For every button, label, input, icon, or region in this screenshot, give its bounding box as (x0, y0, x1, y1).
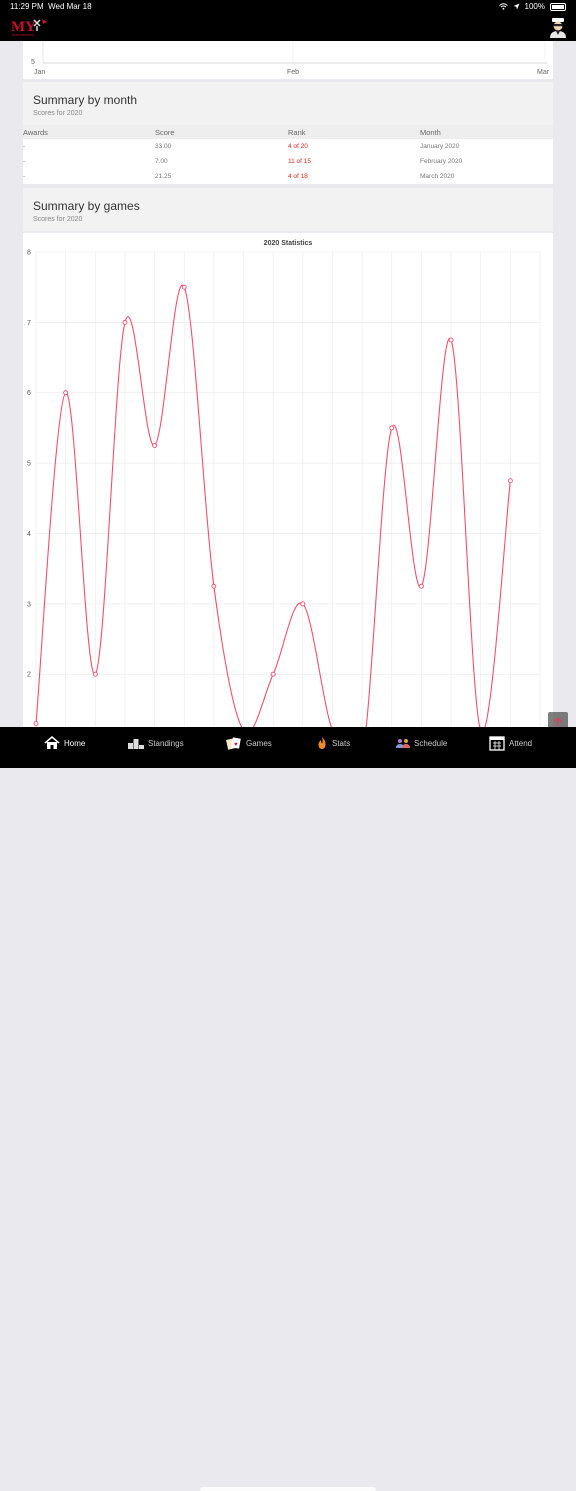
x-tick-label: Mar (537, 69, 550, 76)
table-row[interactable]: - 7.00 11 of 15 February 2020 (23, 154, 553, 169)
column-header: Rank (288, 125, 420, 139)
data-point[interactable] (152, 443, 158, 448)
rank-cell: 4 of 20 (288, 143, 308, 150)
tab-games[interactable]: ♥ Games (226, 735, 272, 751)
column-header: Score (155, 125, 288, 139)
monthly-chart-card: 5 Jan Feb Mar (23, 41, 553, 79)
score-cell: 7.00 (155, 158, 168, 165)
tab-label: Standings (148, 738, 184, 748)
rank-cell: 4 of 18 (288, 173, 308, 180)
column-header: Awards (23, 125, 155, 139)
tab-label: Home (64, 738, 86, 748)
flame-icon (318, 737, 326, 749)
tab-attend[interactable]: Attend (489, 735, 532, 751)
data-point[interactable] (507, 478, 513, 484)
y-tick-label: 8 (27, 250, 31, 257)
tab-stats[interactable]: Stats (316, 735, 350, 751)
table-row[interactable]: - 33.00 4 of 20 January 2020 (23, 139, 553, 154)
month-cell: January 2020 (420, 143, 460, 150)
status-indicators: 100% (498, 2, 566, 11)
tab-home[interactable]: Home (44, 735, 85, 751)
status-time-date: 11:29 PM Wed Mar 18 (10, 2, 92, 11)
games-line-chart: 2020 Statistics 2 3 4 5 6 7 8 (27, 240, 541, 781)
tab-standings[interactable]: Standings (128, 735, 184, 751)
rank-cell: 11 of 15 (288, 158, 312, 165)
svg-text:♥: ♥ (234, 742, 238, 748)
wifi-icon (498, 3, 508, 10)
tab-schedule[interactable]: Schedule (396, 735, 447, 751)
section-title: Summary by month (33, 93, 138, 107)
column-header: Month (420, 125, 553, 139)
summary-month-header: Summary by month Scores for 2020 (23, 82, 553, 125)
battery-percent: 100% (524, 2, 545, 11)
data-point[interactable] (63, 390, 69, 396)
bottom-tab-bar: Home Standings ♥ Games Stats Schedule At… (0, 727, 576, 1491)
data-point[interactable] (211, 583, 217, 589)
battery-icon (550, 2, 566, 11)
data-point[interactable] (270, 671, 276, 677)
app-logo[interactable]: MY Entertainment (10, 16, 50, 38)
status-date: Wed Mar 18 (48, 2, 92, 11)
profile-avatar-icon[interactable] (548, 16, 568, 38)
y-tick-label: 5 (31, 59, 35, 66)
section-subtitle: Scores for 2020 (33, 110, 83, 117)
status-time: 11:29 PM (10, 2, 44, 11)
data-point[interactable] (389, 425, 395, 431)
month-cell: February 2020 (420, 158, 463, 165)
data-point[interactable] (181, 284, 187, 290)
calendar-icon (489, 736, 505, 751)
y-tick-label: 2 (27, 672, 31, 679)
data-point[interactable] (418, 583, 424, 589)
awards-cell: - (23, 158, 26, 165)
table-row[interactable]: - 21.25 4 of 18 March 2020 (23, 169, 553, 184)
home-icon (44, 736, 60, 749)
location-icon (513, 3, 520, 10)
table-header-row: Awards Score Rank Month (23, 125, 553, 139)
podium-icon (128, 739, 144, 749)
logo-subtext: Entertainment (12, 33, 34, 37)
summary-games-header: Summary by games Scores for 2020 (23, 188, 553, 231)
awards-cell: - (23, 143, 26, 150)
y-tick-label: 4 (27, 531, 31, 538)
status-bar: 11:29 PM Wed Mar 18 100% (0, 0, 576, 14)
games-chart-card: 2020 Statistics 2 3 4 5 6 7 8 (23, 233, 553, 781)
app-header: MY Entertainment (0, 14, 576, 41)
y-tick-label: 3 (27, 601, 31, 608)
section-subtitle: Scores for 2020 (33, 216, 83, 223)
data-point[interactable] (122, 319, 128, 325)
summary-month-table: Awards Score Rank Month - 33.00 4 of 20 … (23, 125, 553, 184)
tab-label: Schedule (414, 738, 448, 748)
data-point[interactable] (92, 671, 98, 677)
people-icon (396, 739, 410, 748)
tab-label: Games (246, 738, 272, 748)
score-cell: 33.00 (155, 143, 172, 150)
home-indicator (200, 1487, 376, 1491)
section-title: Summary by games (33, 199, 140, 213)
cards-icon: ♥ (226, 737, 241, 750)
y-tick-label: 5 (27, 461, 31, 468)
data-point[interactable] (300, 601, 306, 607)
y-tick-label: 7 (27, 320, 31, 327)
score-cell: 21.25 (155, 173, 172, 180)
data-point[interactable] (33, 721, 39, 726)
x-tick-label: Jan (34, 69, 45, 76)
data-point[interactable] (448, 337, 454, 343)
chart-title: 2020 Statistics (264, 240, 313, 247)
x-tick-label: Feb (287, 69, 299, 76)
tab-label: Attend (509, 738, 533, 748)
awards-cell: - (23, 173, 26, 180)
y-tick-label: 6 (27, 390, 31, 397)
month-cell: March 2020 (420, 173, 455, 180)
tab-label: Stats (332, 738, 351, 748)
monthly-chart: 5 Jan Feb Mar (31, 41, 550, 76)
